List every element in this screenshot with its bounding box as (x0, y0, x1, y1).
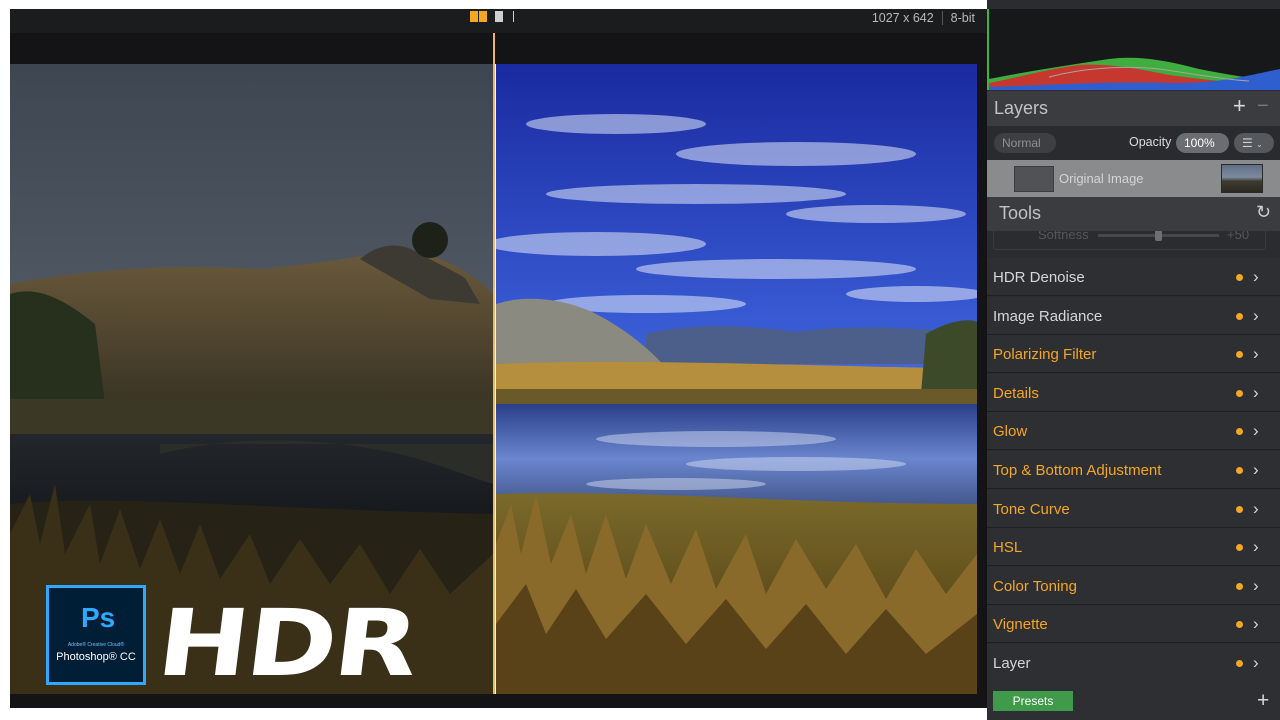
softness-slider-row: Softness +50 (987, 231, 1280, 258)
presets-button[interactable]: Presets (993, 691, 1073, 711)
tool-item[interactable]: Image Radiance › (987, 296, 1280, 335)
layer-image-thumbnail[interactable] (1221, 164, 1263, 193)
layer-row[interactable]: Original Image (987, 160, 1280, 197)
compare-view-icon[interactable] (495, 11, 514, 22)
chevron-right-icon[interactable]: › (1253, 460, 1259, 480)
active-dot-icon (1236, 389, 1243, 397)
tool-item-label: Top & Bottom Adjustment (993, 462, 1162, 479)
layers-title: Layers (994, 98, 1049, 118)
image-toolbar: 1027 x 642 8-bit (10, 9, 987, 33)
tool-item[interactable]: Color Toning › (987, 566, 1280, 605)
tool-item[interactable]: Tone Curve › (987, 489, 1280, 528)
layer-mask-thumbnail[interactable] (1014, 166, 1054, 192)
hdr-result-preview (496, 64, 977, 694)
chevron-right-icon[interactable]: › (1253, 421, 1259, 441)
chevron-right-icon[interactable]: › (1253, 537, 1259, 557)
tool-item-label: Color Toning (993, 577, 1077, 595)
canvas-gutter (977, 33, 987, 694)
tool-item[interactable]: Top & Bottom Adjustment › (987, 451, 1280, 489)
blend-mode-value: Normal (1002, 136, 1041, 150)
tool-item[interactable]: Glow › (987, 412, 1280, 451)
layer-name: Original Image (1059, 171, 1144, 186)
softness-value: +50 (1227, 231, 1250, 242)
opacity-label: Opacity (1129, 135, 1172, 149)
adjustments-panel: Layers + − Normal ⌄ Opacity 100% ⌄ ☰ ⌄ O… (987, 0, 1280, 720)
chevron-down-icon: ⌄ (1256, 140, 1263, 149)
histogram (987, 9, 1280, 90)
tool-item-label: Vignette (993, 616, 1048, 634)
photoshop-logo: Ps Adobe® Creative Cloud® Photoshop® CC (46, 585, 146, 685)
add-preset-icon[interactable]: + (1257, 689, 1269, 713)
chevron-right-icon[interactable]: › (1253, 653, 1259, 673)
chevron-right-icon[interactable]: › (1253, 499, 1259, 519)
tool-item[interactable]: Layer › (987, 644, 1280, 682)
photoshop-logo-name: Photoshop® CC (56, 651, 136, 663)
tool-item-label: Image Radiance (993, 307, 1103, 325)
active-dot-icon (1236, 621, 1243, 629)
chevron-right-icon[interactable]: › (1253, 344, 1259, 364)
opacity-value: 100% (1184, 136, 1215, 150)
tool-item-label: HDR Denoise (993, 269, 1085, 286)
active-dot-icon (1236, 467, 1243, 474)
tools-header: Tools ↻ (987, 197, 1280, 231)
layer-options: Normal ⌄ Opacity 100% ⌄ ☰ ⌄ (987, 126, 1280, 169)
info-divider (941, 11, 943, 25)
tool-item[interactable]: HSL › (987, 528, 1280, 567)
chevron-right-icon[interactable]: › (1253, 383, 1259, 403)
active-dot-icon (1236, 312, 1243, 320)
chevron-right-icon[interactable]: › (1253, 614, 1259, 634)
photoshop-logo-subtitle: Adobe® Creative Cloud® (67, 642, 125, 648)
active-dot-icon (1236, 505, 1243, 513)
active-dot-icon (1236, 428, 1243, 436)
active-dot-icon (1236, 544, 1243, 552)
split-view-icon[interactable] (470, 11, 487, 22)
canvas-background (10, 33, 987, 64)
chevron-right-icon[interactable]: › (1253, 267, 1259, 287)
split-divider[interactable] (493, 33, 495, 708)
list-icon: ☰ (1242, 136, 1253, 150)
panel-footer: Presets + (987, 681, 1280, 720)
active-dot-icon (1236, 582, 1243, 590)
tool-item-label: Polarizing Filter (993, 346, 1097, 364)
view-mode-switcher (470, 11, 514, 22)
opacity-select[interactable]: 100% ⌄ (1176, 133, 1229, 169)
active-dot-icon (1236, 274, 1243, 281)
remove-layer-icon[interactable]: − (1257, 95, 1269, 118)
tool-item[interactable]: Details › (987, 373, 1280, 412)
image-info: 1027 x 642 8-bit (872, 11, 975, 25)
softness-label: Softness (1038, 231, 1089, 242)
tool-item-label: Glow (993, 423, 1028, 441)
hdr-headline: HDR (151, 590, 423, 697)
photoshop-logo-mark: Ps (81, 602, 116, 633)
active-dot-icon (1236, 660, 1243, 667)
softness-slider-handle[interactable] (1155, 231, 1162, 241)
tool-item-label: Details (993, 384, 1039, 402)
reset-icon[interactable]: ↻ (1256, 202, 1271, 223)
tool-item-label: HSL (993, 539, 1023, 557)
tool-item[interactable]: Vignette › (987, 605, 1280, 644)
tools-title: Tools (999, 203, 1042, 223)
layers-header: Layers + − (987, 91, 1280, 126)
tool-item-label: Layer (993, 655, 1031, 672)
layer-menu-button[interactable]: ☰ ⌄ (1234, 133, 1274, 153)
tool-item[interactable]: Polarizing Filter › (987, 335, 1280, 374)
blend-mode-select[interactable]: Normal ⌄ (994, 133, 1056, 169)
bit-depth: 8-bit (950, 11, 975, 25)
tool-item[interactable]: HDR Denoise › (987, 258, 1280, 296)
tool-item-label: Tone Curve (993, 500, 1070, 518)
image-dimensions: 1027 x 642 (871, 11, 934, 25)
add-layer-icon[interactable]: + (1233, 93, 1246, 119)
active-dot-icon (1236, 351, 1243, 359)
chevron-right-icon[interactable]: › (1253, 306, 1259, 326)
chevron-right-icon[interactable]: › (1253, 576, 1259, 596)
